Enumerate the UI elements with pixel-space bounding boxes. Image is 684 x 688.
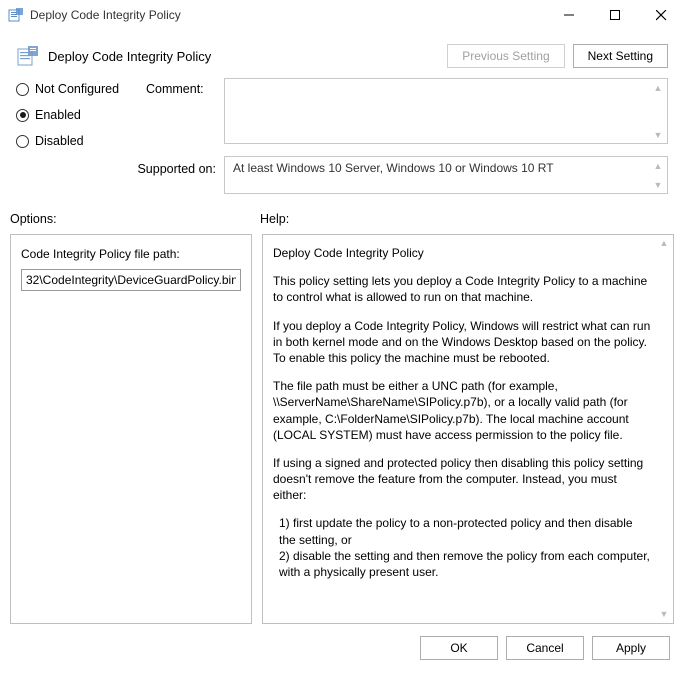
radio-label: Disabled [35, 134, 84, 148]
page-title: Deploy Code Integrity Policy [48, 49, 447, 64]
filepath-label: Code Integrity Policy file path: [21, 247, 241, 261]
scroll-up-icon: ▲ [649, 157, 667, 174]
radio-disabled[interactable]: Disabled [16, 134, 146, 148]
help-text: This policy setting lets you deploy a Co… [273, 273, 651, 305]
scrollbar[interactable]: ▲ ▼ [649, 79, 667, 143]
scroll-up-icon: ▲ [655, 235, 673, 252]
help-title: Deploy Code Integrity Policy [273, 245, 651, 261]
scroll-down-icon: ▼ [649, 176, 667, 193]
help-text: The file path must be either a UNC path … [273, 378, 651, 443]
previous-setting-button: Previous Setting [447, 44, 564, 68]
comment-label: Comment: [146, 78, 224, 148]
supported-value-box: At least Windows 10 Server, Windows 10 o… [224, 156, 668, 194]
window-title: Deploy Code Integrity Policy [30, 8, 546, 22]
next-setting-button[interactable]: Next Setting [573, 44, 668, 68]
radio-not-configured[interactable]: Not Configured [16, 82, 146, 96]
footer: OK Cancel Apply [0, 624, 684, 672]
supported-label: Supported on: [16, 156, 224, 176]
scroll-down-icon: ▼ [655, 606, 673, 623]
help-text: If using a signed and protected policy t… [273, 455, 651, 504]
policy-icon [16, 44, 40, 68]
minimize-button[interactable] [546, 0, 592, 30]
help-text: If you deploy a Code Integrity Policy, W… [273, 318, 651, 367]
radio-label: Enabled [35, 108, 81, 122]
app-icon [8, 7, 24, 23]
close-button[interactable] [638, 0, 684, 30]
help-heading: Help: [260, 212, 289, 226]
help-step: 2) disable the setting and then remove t… [273, 548, 651, 580]
apply-button[interactable]: Apply [592, 636, 670, 660]
scroll-down-icon: ▼ [649, 126, 667, 143]
comment-input[interactable]: ▲ ▼ [224, 78, 668, 144]
ok-button[interactable]: OK [420, 636, 498, 660]
radio-icon [16, 83, 29, 96]
scroll-up-icon: ▲ [649, 79, 667, 96]
state-section: Not Configured Enabled Disabled Comment:… [0, 78, 684, 156]
options-heading: Options: [10, 212, 260, 226]
radio-label: Not Configured [35, 82, 119, 96]
filepath-input[interactable] [21, 269, 241, 291]
header: Deploy Code Integrity Policy Previous Se… [0, 30, 684, 78]
radio-icon [16, 109, 29, 122]
help-panel: Deploy Code Integrity Policy This policy… [262, 234, 674, 624]
maximize-button[interactable] [592, 0, 638, 30]
supported-section: Supported on: At least Windows 10 Server… [0, 156, 684, 204]
scrollbar[interactable]: ▲ ▼ [655, 235, 673, 623]
title-bar: Deploy Code Integrity Policy [0, 0, 684, 30]
cancel-button[interactable]: Cancel [506, 636, 584, 660]
scrollbar[interactable]: ▲ ▼ [649, 157, 667, 193]
radio-enabled[interactable]: Enabled [16, 108, 146, 122]
options-panel: Code Integrity Policy file path: [10, 234, 252, 624]
radio-icon [16, 135, 29, 148]
supported-value: At least Windows 10 Server, Windows 10 o… [233, 161, 554, 175]
help-step: 1) first update the policy to a non-prot… [273, 515, 651, 547]
window-controls [546, 0, 684, 30]
